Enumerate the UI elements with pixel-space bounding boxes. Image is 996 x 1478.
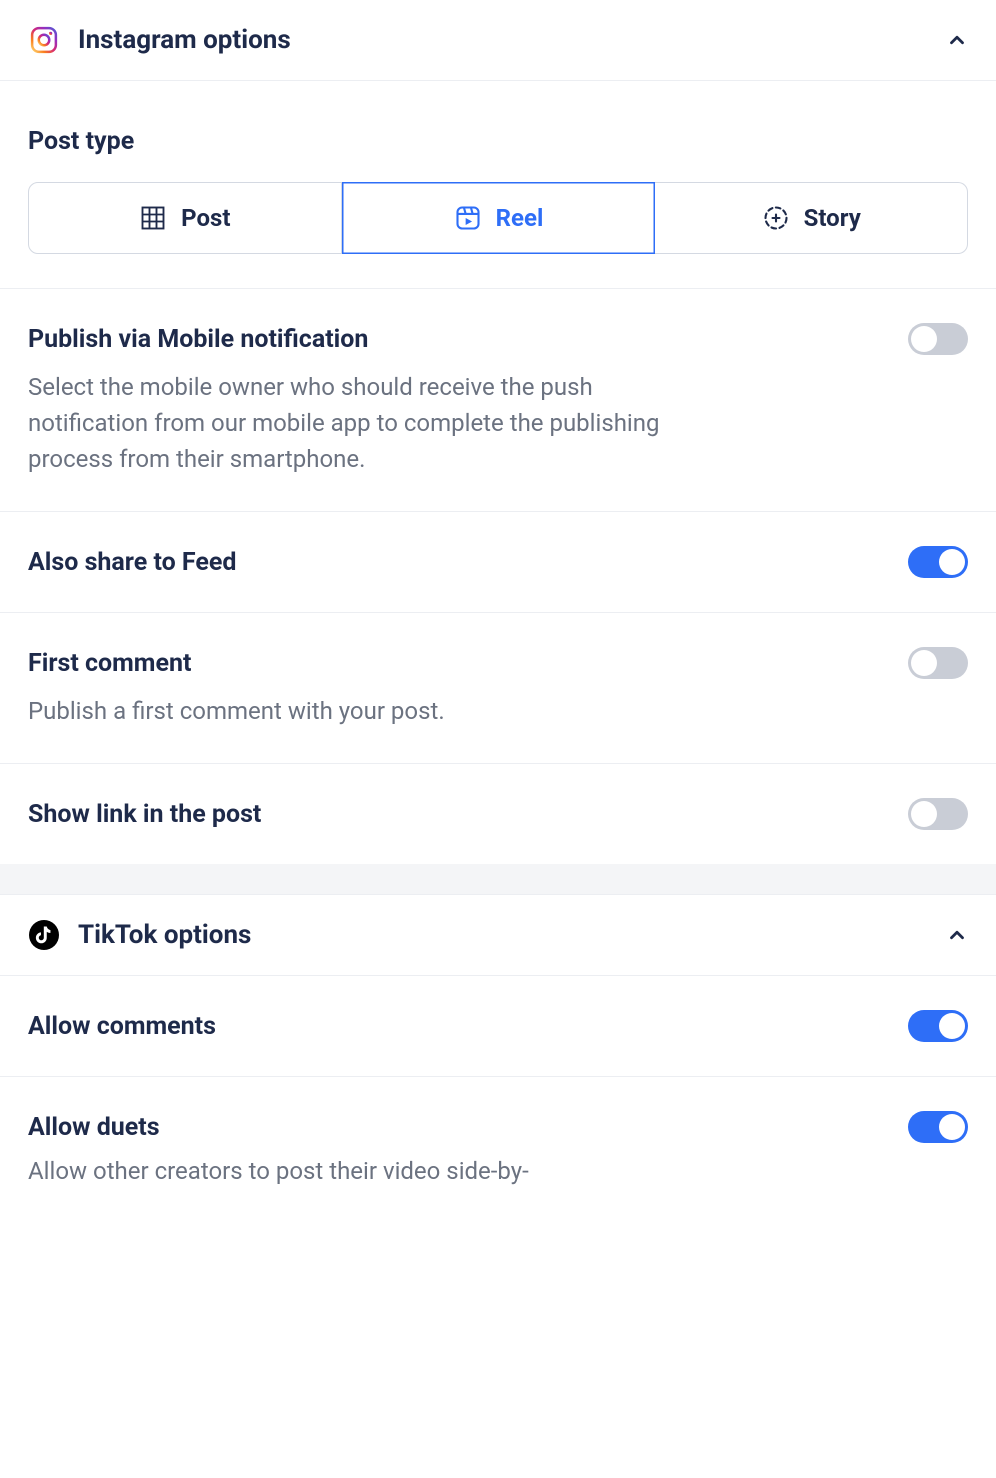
allow-comments-toggle[interactable] [908, 1010, 968, 1042]
post-type-post-label: Post [181, 204, 230, 232]
grid-icon [139, 204, 167, 232]
post-type-segmented: Post Reel Story [28, 182, 968, 254]
publish-mobile-description: Select the mobile owner who should recei… [28, 369, 688, 477]
publish-mobile-heading: Publish via Mobile notification [28, 325, 368, 354]
first-comment-toggle[interactable] [908, 647, 968, 679]
tiktok-options-header[interactable]: TikTok options [0, 894, 996, 976]
chevron-up-icon [946, 29, 968, 51]
publish-mobile-block: Publish via Mobile notification Select t… [0, 289, 996, 512]
show-link-heading: Show link in the post [28, 800, 261, 829]
post-type-story-button[interactable]: Story [655, 182, 968, 254]
post-type-post-button[interactable]: Post [28, 182, 342, 254]
first-comment-heading: First comment [28, 649, 191, 678]
allow-comments-heading: Allow comments [28, 1012, 216, 1041]
section-gap [0, 864, 996, 894]
instagram-options-title: Instagram options [78, 25, 946, 55]
share-feed-toggle[interactable] [908, 546, 968, 578]
allow-comments-block: Allow comments [0, 976, 996, 1077]
share-feed-heading: Also share to Feed [28, 548, 236, 577]
story-icon [762, 204, 790, 232]
instagram-options-header[interactable]: Instagram options [0, 0, 996, 81]
allow-duets-block: Allow duets Allow other creators to post… [0, 1077, 996, 1195]
post-type-heading: Post type [28, 127, 968, 156]
chevron-up-icon [946, 924, 968, 946]
allow-duets-toggle[interactable] [908, 1111, 968, 1143]
show-link-block: Show link in the post [0, 764, 996, 864]
first-comment-description: Publish a first comment with your post. [28, 693, 688, 729]
share-feed-block: Also share to Feed [0, 512, 996, 613]
allow-duets-heading: Allow duets [28, 1113, 160, 1142]
allow-duets-description: Allow other creators to post their video… [28, 1153, 688, 1189]
show-link-toggle[interactable] [908, 798, 968, 830]
post-type-block: Post type Post [0, 81, 996, 289]
tiktok-options-title: TikTok options [78, 920, 946, 950]
post-type-reel-label: Reel [496, 204, 544, 232]
instagram-icon [28, 24, 60, 56]
first-comment-block: First comment Publish a first comment wi… [0, 613, 996, 764]
post-type-story-label: Story [804, 204, 861, 232]
post-type-reel-button[interactable]: Reel [342, 182, 656, 254]
reel-icon [454, 204, 482, 232]
tiktok-icon [28, 919, 60, 951]
publish-mobile-toggle[interactable] [908, 323, 968, 355]
